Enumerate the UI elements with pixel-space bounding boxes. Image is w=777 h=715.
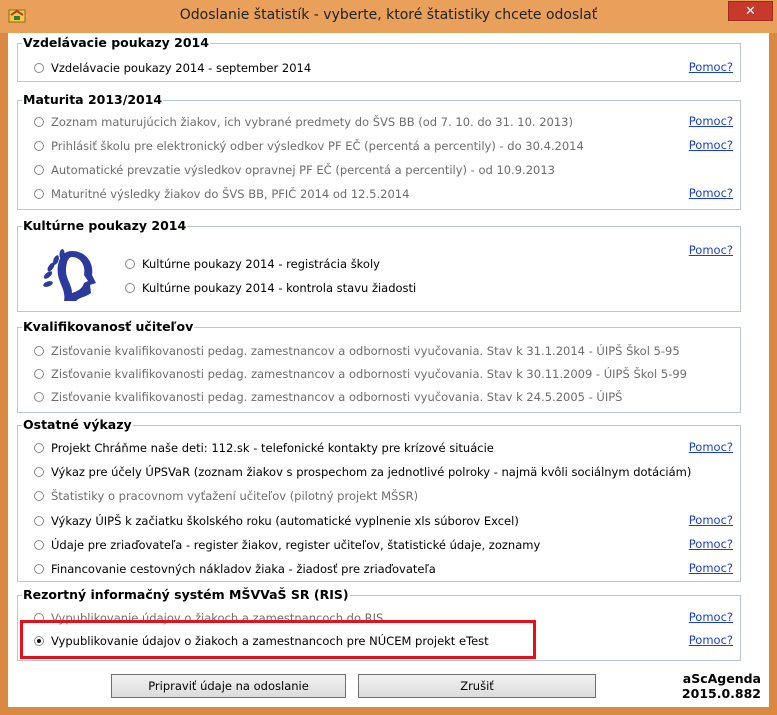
option-maturita-prihlasit[interactable]: Prihlásiť školu pre elektronický odber v… <box>34 137 584 155</box>
option-label: Údaje pre zriaďovateľa - register žiakov… <box>51 538 541 552</box>
help-link[interactable]: Pomoc? <box>689 610 733 624</box>
radio-button[interactable] <box>125 259 135 269</box>
option-label: Zisťovanie kvalifikovanosti pedag. zames… <box>51 367 687 381</box>
option-maturita-prevzatie[interactable]: Automatické prevzatie výsledkov opravnej… <box>34 161 555 179</box>
dialog-client: Vzdelávacie poukazy 2014 Vzdelávacie pou… <box>8 33 769 707</box>
option-label: Kultúrne poukazy 2014 - kontrola stavu ž… <box>142 281 417 295</box>
brand-block: aScAgenda 2015.0.882 <box>663 671 761 701</box>
help-link[interactable]: Pomoc? <box>689 60 733 74</box>
option-label: Zoznam maturujúcich žiakov, ich vybrané … <box>51 115 573 129</box>
radio-button[interactable] <box>34 369 44 379</box>
option-vykazy-uips[interactable]: Výkazy ÚIPŠ k začiatku školského roku (a… <box>34 512 519 530</box>
radio-button[interactable] <box>34 564 44 574</box>
option-label: Zisťovanie kvalifikovanosti pedag. zames… <box>51 390 623 404</box>
radio-button[interactable] <box>34 165 44 175</box>
option-upsvar[interactable]: Výkaz pre účely ÚPSVaR (zoznam žiakov s … <box>34 463 691 481</box>
option-label: Financovanie cestovných nákladov žiaka -… <box>51 562 436 576</box>
option-label: Kultúrne poukazy 2014 - registrácia škol… <box>142 257 380 271</box>
option-label: Výkaz pre účely ÚPSVaR (zoznam žiakov s … <box>51 465 692 479</box>
help-link[interactable]: Pomoc? <box>689 138 733 152</box>
radio-button[interactable] <box>34 63 44 73</box>
help-link[interactable]: Pomoc? <box>689 186 733 200</box>
group-title: Ostatné výkazy <box>22 417 133 432</box>
option-udaje-zriadovatel[interactable]: Údaje pre zriaďovateľa - register žiakov… <box>34 536 540 554</box>
radio-button[interactable] <box>34 491 44 501</box>
group-ostatne-vykazy: Ostatné výkazy Projekt Chráňme naše deti… <box>17 417 741 582</box>
radio-button[interactable] <box>34 392 44 402</box>
title-bar: Odoslanie štatistík - vyberte, ktoré šta… <box>0 0 777 33</box>
option-kvalifikovanost-2005[interactable]: Zisťovanie kvalifikovanosti pedag. zames… <box>34 388 622 406</box>
help-link[interactable]: Pomoc? <box>689 243 733 257</box>
group-title: Kultúrne poukazy 2014 <box>22 218 188 233</box>
help-link[interactable]: Pomoc? <box>689 633 733 647</box>
option-kulturne-kontrola[interactable]: Kultúrne poukazy 2014 - kontrola stavu ž… <box>125 279 416 297</box>
help-link[interactable]: Pomoc? <box>689 561 733 575</box>
prepare-data-button[interactable]: Pripraviť údaje na odoslanie <box>111 674 346 698</box>
radio-button[interactable] <box>34 189 44 199</box>
help-link[interactable]: Pomoc? <box>689 537 733 551</box>
option-kvalifikovanost-2014[interactable]: Zisťovanie kvalifikovanosti pedag. zames… <box>34 342 680 360</box>
radio-button[interactable] <box>34 141 44 151</box>
close-button[interactable]: ✕ <box>728 1 773 21</box>
brand-version: 2015.0.882 <box>681 686 761 701</box>
window-title: Odoslanie štatistík - vyberte, ktoré šta… <box>179 7 598 23</box>
option-label: Automatické prevzatie výsledkov opravnej… <box>51 163 555 177</box>
dialog-window: Odoslanie štatistík - vyberte, ktoré šta… <box>0 0 777 715</box>
option-label: Projekt Chráňme naše deti: 112.sk - tele… <box>51 441 494 455</box>
option-maturita-zoznam[interactable]: Zoznam maturujúcich žiakov, ich vybrané … <box>34 113 573 131</box>
group-title: Kvalifikovanosť učiteľov <box>22 319 195 334</box>
group-title: Vzdelávacie poukazy 2014 <box>22 35 210 50</box>
group-maturita: Maturita 2013/2014 Zoznam maturujúcich ž… <box>17 92 741 210</box>
group-title: Rezortný informačný systém MŠVVaŠ SR (RI… <box>22 587 350 602</box>
radio-button[interactable] <box>125 283 135 293</box>
radio-button[interactable] <box>34 516 44 526</box>
option-statistiky-vytazenie[interactable]: Štatistiky o pracovnom vyťažení učiteľov… <box>34 487 418 505</box>
group-kvalifikovanost: Kvalifikovanosť učiteľov Zisťovanie kval… <box>17 319 741 413</box>
option-label: Výkazy ÚIPŠ k začiatku školského roku (a… <box>51 514 519 528</box>
option-vzdelavacie-september[interactable]: Vzdelávacie poukazy 2014 - september 201… <box>34 59 311 77</box>
help-link[interactable]: Pomoc? <box>689 114 733 128</box>
option-kvalifikovanost-2009[interactable]: Zisťovanie kvalifikovanosti pedag. zames… <box>34 365 687 383</box>
option-financovanie-cestovnych[interactable]: Financovanie cestovných nákladov žiaka -… <box>34 560 436 578</box>
option-kulturne-registracia[interactable]: Kultúrne poukazy 2014 - registrácia škol… <box>125 255 380 273</box>
radio-button[interactable] <box>34 467 44 477</box>
radio-button[interactable] <box>34 443 44 453</box>
help-link[interactable]: Pomoc? <box>689 513 733 527</box>
radio-button[interactable] <box>34 117 44 127</box>
group-kulturne-poukazy: Kultúrne poukazy 2014 Kultúrne poukazy 2… <box>17 218 741 312</box>
laurel-head-logo-icon <box>43 249 96 301</box>
group-vzdelavacie-poukazy: Vzdelávacie poukazy 2014 Vzdelávacie pou… <box>17 35 741 82</box>
option-label: Maturitné výsledky žiakov do ŠVS BB, PFI… <box>51 187 410 201</box>
option-label: Štatistiky o pracovnom vyťažení učiteľov… <box>51 489 419 503</box>
help-link[interactable]: Pomoc? <box>689 440 733 454</box>
radio-button[interactable] <box>34 346 44 356</box>
selection-highlight <box>20 620 536 659</box>
radio-button[interactable] <box>34 540 44 550</box>
group-title: Maturita 2013/2014 <box>22 92 164 107</box>
option-label: Zisťovanie kvalifikovanosti pedag. zames… <box>51 344 680 358</box>
option-maturita-vysledky[interactable]: Maturitné výsledky žiakov do ŠVS BB, PFI… <box>34 185 409 203</box>
brand-name: aScAgenda <box>682 671 761 686</box>
option-chranme-deti[interactable]: Projekt Chráňme naše deti: 112.sk - tele… <box>34 439 494 457</box>
option-label: Vzdelávacie poukazy 2014 - september 201… <box>51 61 312 75</box>
option-label: Prihlásiť školu pre elektronický odber v… <box>51 139 584 153</box>
cancel-button[interactable]: Zrušiť <box>358 674 596 698</box>
